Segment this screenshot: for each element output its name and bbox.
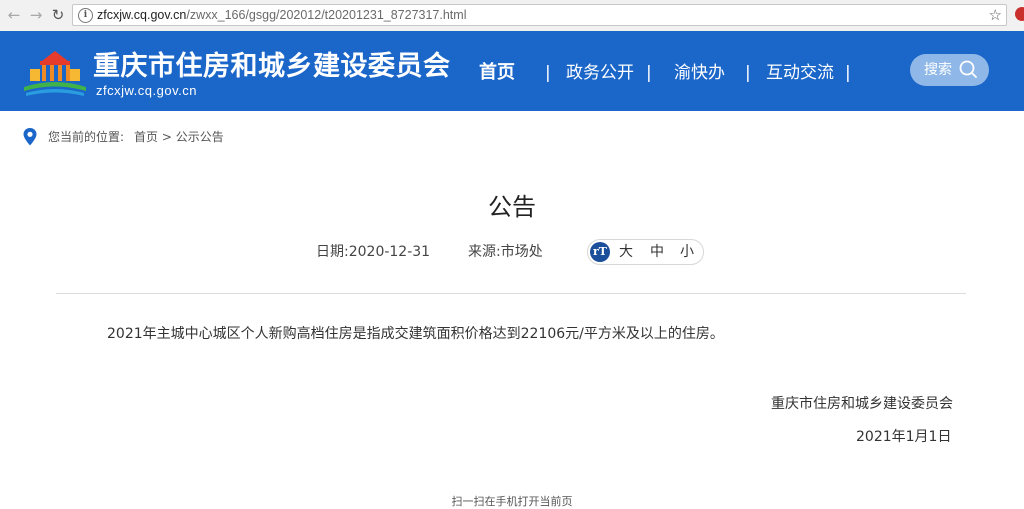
font-size-small[interactable]: 小: [680, 243, 694, 261]
font-size-switcher: rT 大 中 小: [587, 239, 704, 265]
star-icon[interactable]: ☆: [989, 6, 1002, 24]
font-size-icon: rT: [590, 242, 610, 262]
search-button[interactable]: 搜索: [910, 54, 989, 86]
browser-toolbar: ← → ↻ i zfcxjw.cq.gov.cn/zwxx_166/gsgg/2…: [0, 0, 1024, 32]
nav-item-yukuaiban[interactable]: 渝快办: [674, 62, 725, 84]
nav-item-interaction[interactable]: 互动交流: [766, 62, 834, 84]
font-size-medium[interactable]: 中: [650, 243, 664, 261]
site-logo-icon[interactable]: [22, 47, 88, 97]
article-signature: 重庆市住房和城乡建设委员会: [771, 396, 953, 412]
info-icon[interactable]: i: [78, 8, 93, 23]
site-title[interactable]: 重庆市住房和城乡建设委员会: [93, 51, 451, 83]
extension-icon[interactable]: [1015, 7, 1024, 21]
qr-code-hint: 扫一扫在手机打开当前页: [451, 495, 573, 508]
search-label: 搜索: [924, 62, 952, 78]
breadcrumb-arrow: >: [161, 130, 172, 144]
article-source: 来源:市场处: [468, 244, 543, 260]
site-header: 重庆市住房和城乡建设委员会 zfcxjw.cq.gov.cn 首页 | 政务公开…: [0, 31, 1024, 111]
article-sign-date: 2021年1月1日: [856, 429, 952, 445]
arrow-right-icon[interactable]: →: [27, 5, 45, 25]
search-icon: [959, 60, 977, 78]
location-pin-icon: [23, 128, 37, 146]
article-body: 2021年主城中心城区个人新购高档住房是指成交建筑面积价格达到22106元/平方…: [107, 326, 724, 342]
site-domain: zfcxjw.cq.gov.cn: [96, 83, 197, 98]
nav-separator: |: [745, 63, 751, 83]
article-date: 日期:2020-12-31: [316, 244, 431, 260]
nav-separator: |: [545, 63, 551, 83]
nav-separator: |: [845, 63, 851, 83]
article-title: 公告: [488, 193, 536, 221]
arrow-left-icon[interactable]: ←: [5, 5, 23, 25]
url-path: /zwxx_166/gsgg/202012/t20201231_8727317.…: [186, 8, 467, 22]
nav-separator: |: [646, 63, 652, 83]
breadcrumb-prefix: 您当前的位置:: [48, 130, 125, 144]
nav-item-home[interactable]: 首页: [479, 62, 515, 84]
address-bar[interactable]: i zfcxjw.cq.gov.cn/zwxx_166/gsgg/202012/…: [72, 4, 1007, 26]
nav-item-government-affairs[interactable]: 政务公开: [566, 62, 634, 84]
breadcrumb-home[interactable]: 首页: [134, 130, 158, 144]
url-host: zfcxjw.cq.gov.cn: [97, 8, 187, 22]
article-divider: [56, 293, 966, 294]
font-size-large[interactable]: 大: [619, 243, 633, 261]
reload-icon[interactable]: ↻: [49, 5, 67, 25]
url-text[interactable]: zfcxjw.cq.gov.cn/zwxx_166/gsgg/202012/t2…: [97, 7, 466, 23]
breadcrumb-current[interactable]: 公示公告: [176, 130, 224, 144]
